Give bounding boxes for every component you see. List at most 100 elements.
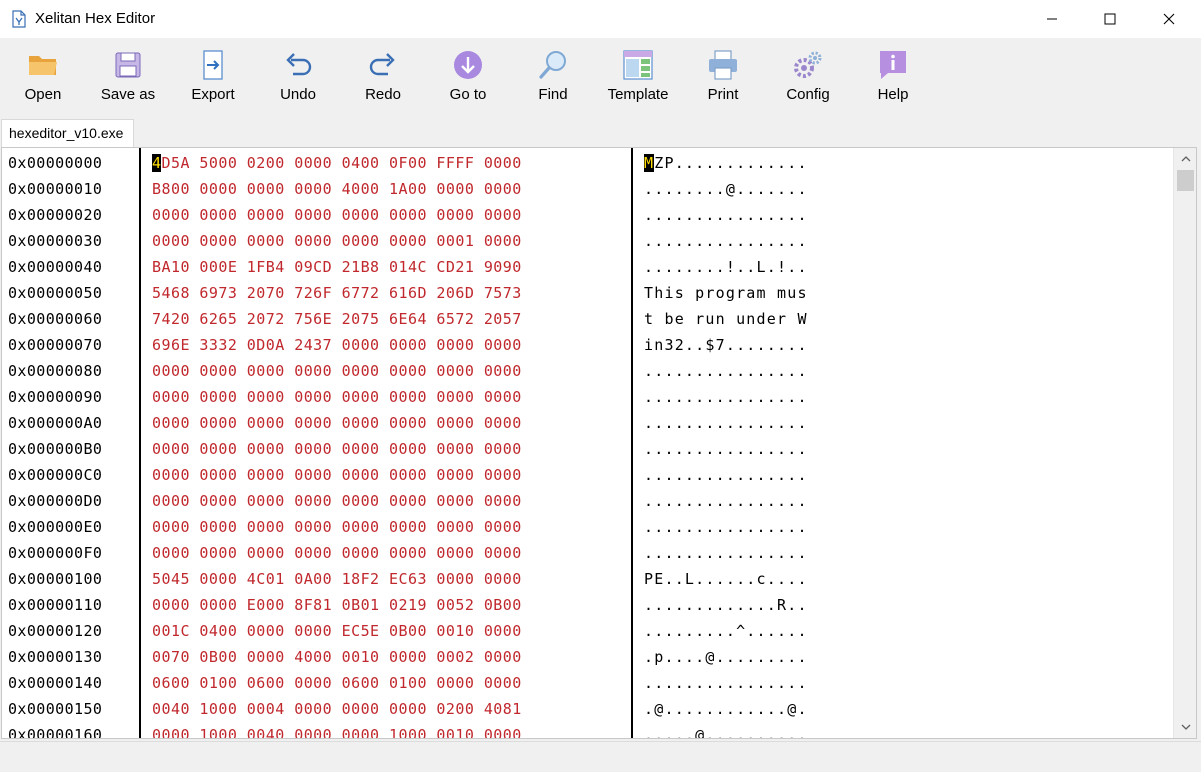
hex-cursor: 4 <box>152 154 162 172</box>
help-button[interactable]: Help <box>851 48 935 110</box>
row-ascii[interactable]: ........!..L.!.. <box>644 254 808 280</box>
row-hex-bytes[interactable]: 0000 0000 0000 0000 0000 0000 0000 0000 <box>152 540 522 566</box>
row-ascii[interactable]: .........^...... <box>644 618 808 644</box>
row-ascii[interactable]: ................ <box>644 488 808 514</box>
row-hex-bytes[interactable]: 0000 0000 0000 0000 0000 0000 0000 0000 <box>152 358 522 384</box>
row-ascii[interactable]: ................ <box>644 384 808 410</box>
row-ascii[interactable]: ................ <box>644 358 808 384</box>
print-button[interactable]: Print <box>681 48 765 110</box>
row-hex-bytes[interactable]: 0040 1000 0004 0000 0000 0000 0200 4081 <box>152 696 522 722</box>
config-button[interactable]: Config <box>766 48 850 110</box>
hex-row[interactable]: 0x00000140 0600 0100 0600 0000 0600 0100 … <box>2 670 1172 696</box>
row-hex-bytes[interactable]: 0000 0000 0000 0000 0000 0000 0000 0000 <box>152 202 522 228</box>
row-ascii[interactable]: ................ <box>644 540 808 566</box>
row-ascii[interactable]: in32..$7........ <box>644 332 808 358</box>
row-hex-bytes[interactable]: 5468 6973 2070 726F 6772 616D 206D 7573 <box>152 280 522 306</box>
close-button[interactable] <box>1140 0 1198 38</box>
row-hex-bytes[interactable]: 0070 0B00 0000 4000 0010 0000 0002 0000 <box>152 644 522 670</box>
row-hex-bytes[interactable]: 7420 6265 2072 756E 2075 6E64 6572 2057 <box>152 306 522 332</box>
open-button[interactable]: Open <box>1 48 85 110</box>
scroll-down-button[interactable] <box>1174 716 1196 738</box>
hex-row[interactable]: 0x00000070 696E 3332 0D0A 2437 0000 0000 … <box>2 332 1172 358</box>
row-offset: 0x00000140 <box>8 674 103 692</box>
export-button[interactable]: Export <box>171 48 255 110</box>
row-ascii[interactable]: ................ <box>644 202 808 228</box>
row-hex-bytes[interactable]: BA10 000E 1FB4 09CD 21B8 014C CD21 9090 <box>152 254 522 280</box>
hex-row[interactable]: 0x00000000 4D5A 5000 0200 0000 0400 0F00 … <box>2 150 1172 176</box>
redo-button[interactable]: Redo <box>341 48 425 110</box>
maximize-button[interactable] <box>1081 0 1139 38</box>
row-ascii[interactable]: ................ <box>644 670 808 696</box>
row-hex-bytes[interactable]: 4D5A 5000 0200 0000 0400 0F00 FFFF 0000 <box>152 150 522 176</box>
hex-row[interactable]: 0x00000130 0070 0B00 0000 4000 0010 0000 … <box>2 644 1172 670</box>
row-ascii[interactable]: This program mus <box>644 280 808 306</box>
row-hex-bytes[interactable]: 0000 1000 0040 0000 0000 1000 0010 0000 <box>152 722 522 738</box>
hex-row[interactable]: 0x00000040 BA10 000E 1FB4 09CD 21B8 014C … <box>2 254 1172 280</box>
tab-file[interactable]: hexeditor_v10.exe <box>1 119 134 147</box>
row-ascii[interactable]: t be run under W <box>644 306 808 332</box>
config-label: Config <box>786 86 830 103</box>
goto-button[interactable]: Go to <box>426 48 510 110</box>
row-offset: 0x00000160 <box>8 726 103 739</box>
row-ascii[interactable]: ................ <box>644 514 808 540</box>
row-hex-bytes[interactable]: 0000 0000 0000 0000 0000 0000 0000 0000 <box>152 462 522 488</box>
row-ascii[interactable]: ................ <box>644 436 808 462</box>
hex-row[interactable]: 0x00000030 0000 0000 0000 0000 0000 0000 … <box>2 228 1172 254</box>
row-offset: 0x00000020 <box>8 206 103 224</box>
hex-row[interactable]: 0x00000080 0000 0000 0000 0000 0000 0000 … <box>2 358 1172 384</box>
hex-row[interactable]: 0x00000160 0000 1000 0040 0000 0000 1000 … <box>2 722 1172 739</box>
row-hex-bytes[interactable]: 0000 0000 0000 0000 0000 0000 0000 0000 <box>152 436 522 462</box>
redo-arrow-icon <box>369 53 395 76</box>
row-ascii[interactable]: MZP............. <box>644 150 808 176</box>
hex-row[interactable]: 0x000000B0 0000 0000 0000 0000 0000 0000 … <box>2 436 1172 462</box>
hex-row[interactable]: 0x000000F0 0000 0000 0000 0000 0000 0000 … <box>2 540 1172 566</box>
hex-row[interactable]: 0x00000060 7420 6265 2072 756E 2075 6E64 … <box>2 306 1172 332</box>
hex-row[interactable]: 0x000000E0 0000 0000 0000 0000 0000 0000 … <box>2 514 1172 540</box>
row-ascii[interactable]: ................ <box>644 410 808 436</box>
hex-row[interactable]: 0x00000050 5468 6973 2070 726F 6772 616D … <box>2 280 1172 306</box>
row-offset: 0x00000070 <box>8 336 103 354</box>
row-ascii[interactable]: .............R.. <box>644 592 808 618</box>
hex-row[interactable]: 0x00000020 0000 0000 0000 0000 0000 0000 … <box>2 202 1172 228</box>
template-button[interactable]: Template <box>596 48 680 110</box>
scroll-up-button[interactable] <box>1174 148 1196 170</box>
hex-row[interactable]: 0x00000090 0000 0000 0000 0000 0000 0000 … <box>2 384 1172 410</box>
row-ascii[interactable]: .@............@. <box>644 696 808 722</box>
hex-row[interactable]: 0x000000C0 0000 0000 0000 0000 0000 0000 … <box>2 462 1172 488</box>
row-hex-bytes[interactable]: 5045 0000 4C01 0A00 18F2 EC63 0000 0000 <box>152 566 522 592</box>
row-hex-bytes[interactable]: 0000 0000 0000 0000 0000 0000 0000 0000 <box>152 410 522 436</box>
row-ascii[interactable]: PE..L......c.... <box>644 566 808 592</box>
row-hex-bytes[interactable]: 0000 0000 0000 0000 0000 0000 0000 0000 <box>152 384 522 410</box>
hex-row[interactable]: 0x00000110 0000 0000 E000 8F81 0B01 0219 … <box>2 592 1172 618</box>
row-hex-bytes[interactable]: 0000 0000 0000 0000 0000 0000 0001 0000 <box>152 228 522 254</box>
undo-button[interactable]: Undo <box>256 48 340 110</box>
row-hex-bytes[interactable]: 0000 0000 0000 0000 0000 0000 0000 0000 <box>152 488 522 514</box>
row-hex-bytes[interactable]: 0000 0000 E000 8F81 0B01 0219 0052 0B00 <box>152 592 522 618</box>
row-ascii[interactable]: .p....@......... <box>644 644 808 670</box>
row-hex-bytes[interactable]: 0000 0000 0000 0000 0000 0000 0000 0000 <box>152 514 522 540</box>
row-ascii[interactable]: ........@....... <box>644 176 808 202</box>
hex-row[interactable]: 0x000000D0 0000 0000 0000 0000 0000 0000 … <box>2 488 1172 514</box>
row-ascii[interactable]: ................ <box>644 462 808 488</box>
minimize-button[interactable] <box>1023 0 1081 38</box>
row-ascii[interactable]: .....@.......... <box>644 722 808 738</box>
row-offset: 0x00000110 <box>8 596 103 614</box>
row-offset: 0x000000A0 <box>8 414 103 432</box>
hex-row[interactable]: 0x00000150 0040 1000 0004 0000 0000 0000 … <box>2 696 1172 722</box>
row-ascii[interactable]: ................ <box>644 228 808 254</box>
scroll-thumb[interactable] <box>1177 170 1194 191</box>
row-hex-bytes[interactable]: B800 0000 0000 0000 4000 1A00 0000 0000 <box>152 176 522 202</box>
row-offset: 0x00000130 <box>8 648 103 666</box>
row-hex-bytes[interactable]: 0600 0100 0600 0000 0600 0100 0000 0000 <box>152 670 522 696</box>
hex-editor-view[interactable]: 0x00000000 4D5A 5000 0200 0000 0400 0F00 … <box>1 147 1197 739</box>
vertical-scrollbar[interactable] <box>1173 148 1196 738</box>
hex-row[interactable]: 0x00000120 001C 0400 0000 0000 EC5E 0B00 … <box>2 618 1172 644</box>
row-hex-bytes[interactable]: 696E 3332 0D0A 2437 0000 0000 0000 0000 <box>152 332 522 358</box>
save-as-button[interactable]: Save as <box>86 48 170 110</box>
goto-label: Go to <box>449 86 487 103</box>
hex-row[interactable]: 0x00000010 B800 0000 0000 0000 4000 1A00 … <box>2 176 1172 202</box>
hex-row[interactable]: 0x00000100 5045 0000 4C01 0A00 18F2 EC63 … <box>2 566 1172 592</box>
find-button[interactable]: Find <box>511 48 595 110</box>
row-hex-bytes[interactable]: 001C 0400 0000 0000 EC5E 0B00 0010 0000 <box>152 618 522 644</box>
hex-row[interactable]: 0x000000A0 0000 0000 0000 0000 0000 0000 … <box>2 410 1172 436</box>
